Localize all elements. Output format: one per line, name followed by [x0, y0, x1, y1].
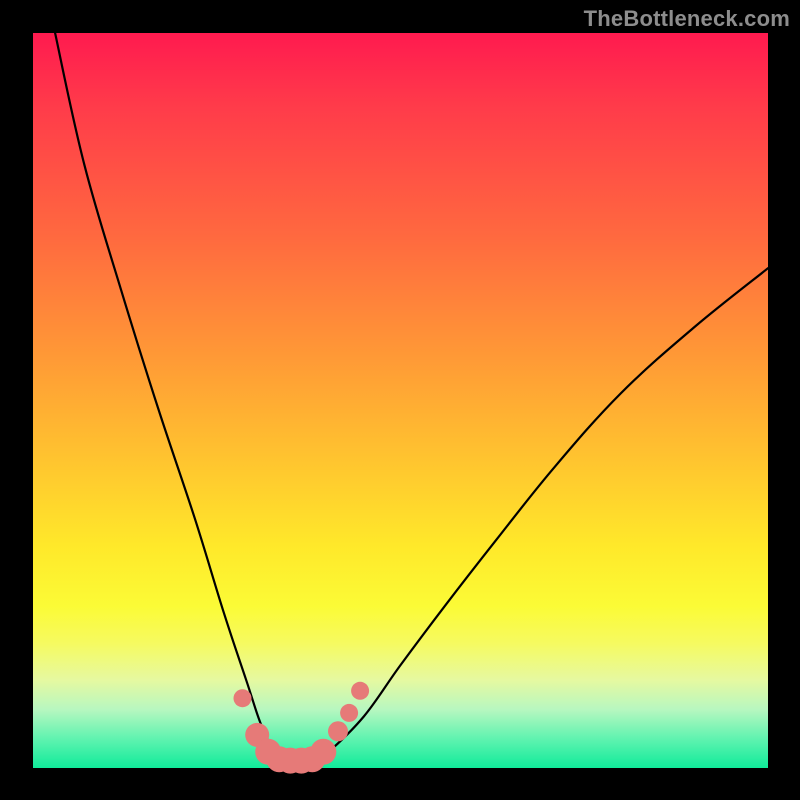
- marker-dot: [328, 721, 348, 741]
- marker-dot: [310, 739, 336, 765]
- marker-dot: [234, 689, 252, 707]
- curve-layer: [33, 33, 768, 768]
- marker-dot: [340, 704, 358, 722]
- plot-area: [33, 33, 768, 768]
- marker-dots: [234, 682, 370, 774]
- watermark-text: TheBottleneck.com: [584, 6, 790, 32]
- bottleneck-curve: [55, 33, 768, 770]
- chart-stage: TheBottleneck.com: [0, 0, 800, 800]
- marker-dot: [351, 682, 369, 700]
